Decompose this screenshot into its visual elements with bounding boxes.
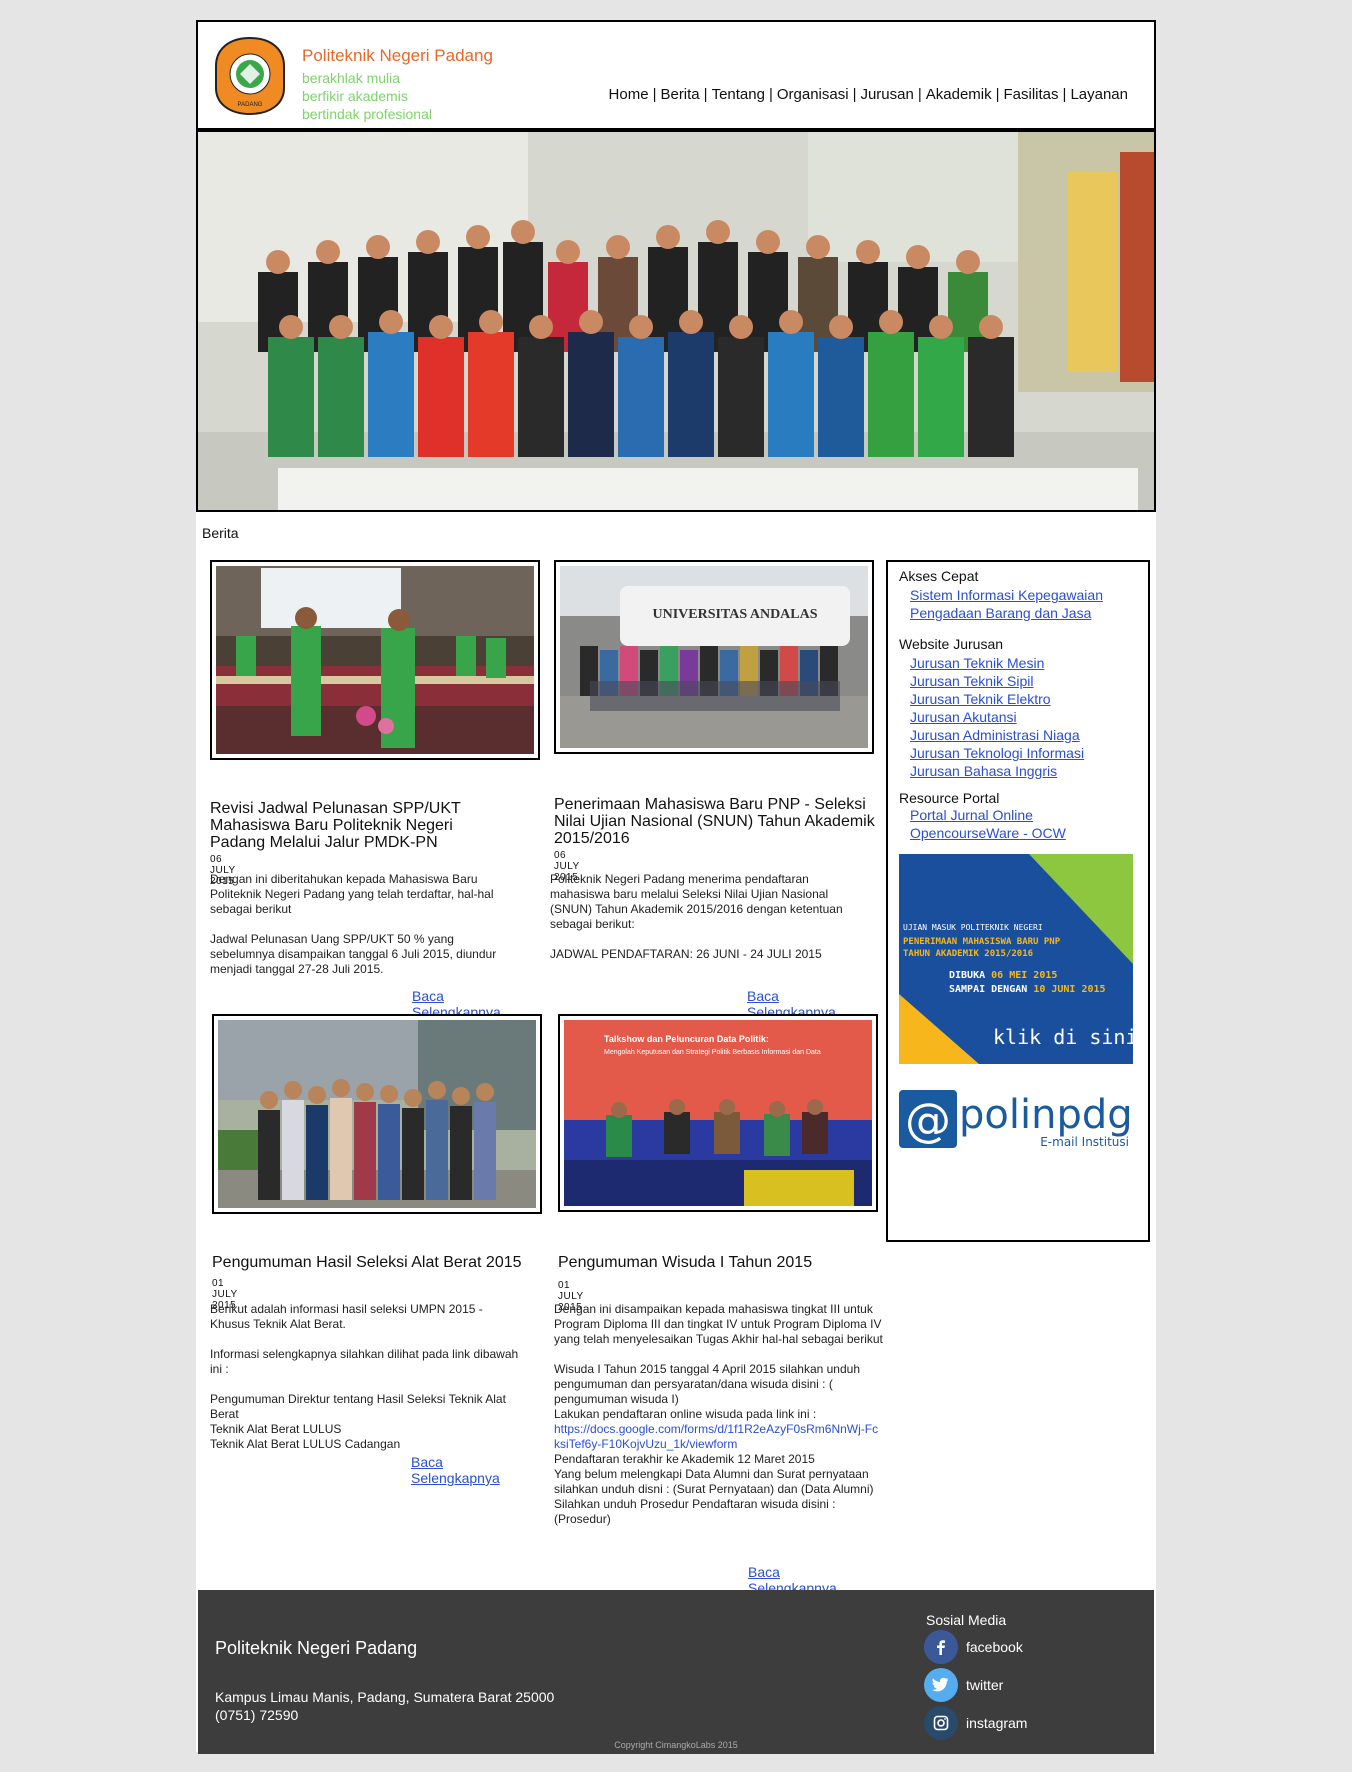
- footer-title: Politeknik Negeri Padang: [215, 1638, 418, 1658]
- site-title[interactable]: Politeknik Negeri Padang: [302, 46, 493, 66]
- motto-line: berakhlak mulia: [302, 70, 401, 86]
- sidebar-link[interactable]: Sistem Informasi Kepegawaian: [910, 587, 1103, 603]
- social-label: facebook: [966, 1639, 1023, 1655]
- sidebar-link[interactable]: Jurusan Teknik Sipil: [910, 673, 1033, 689]
- news-thumbnail[interactable]: UNIVERSITAS ANDALAS: [554, 560, 874, 754]
- nav-organisasi[interactable]: Organisasi: [777, 86, 849, 103]
- svg-text:PADANG: PADANG: [238, 102, 263, 108]
- footer-address: Kampus Limau Manis, Padang, Sumatera Bar…: [215, 1689, 555, 1705]
- sidebar-link[interactable]: Jurusan Teknik Mesin: [910, 655, 1044, 671]
- wisuda-form-link[interactable]: https://docs.google.com/forms/d/1f1R2eAz…: [554, 1422, 884, 1452]
- news-excerpt: Berikut adalah informasi hasil seleksi U…: [210, 1302, 519, 1451]
- news-title[interactable]: Revisi Jadwal Pelunasan SPP/UKT Mahasisw…: [210, 800, 510, 851]
- svg-text:Mengolah Keputusan dan Strateg: Mengolah Keputusan dan Strategi Politik …: [604, 1049, 821, 1056]
- pnp-logo[interactable]: PADANG: [212, 36, 288, 116]
- section-title: Berita: [202, 525, 239, 541]
- svg-text:TAHUN AKADEMIK 2015/2016: TAHUN AKADEMIK 2015/2016: [903, 949, 1033, 959]
- sidebar-link[interactable]: Jurusan Teknologi Informasi: [910, 745, 1084, 761]
- site-header: PADANG Politeknik Negeri Padang berakhla…: [196, 20, 1156, 130]
- svg-text:UNIVERSITAS ANDALAS: UNIVERSITAS ANDALAS: [652, 607, 817, 622]
- sidebar-link[interactable]: Jurusan Akutansi: [910, 709, 1017, 725]
- footer-phone: (0751) 72590: [215, 1707, 299, 1723]
- svg-text:klik di sini !: klik di sini !: [993, 1025, 1133, 1049]
- facebook-icon: [924, 1630, 958, 1664]
- sidebar-link[interactable]: Jurusan Bahasa Inggris: [910, 763, 1057, 779]
- svg-text:polinpdg: polinpdg: [959, 1092, 1133, 1138]
- twitter-icon: [924, 1668, 958, 1702]
- sidebar-link[interactable]: Jurusan Administrasi Niaga: [910, 727, 1080, 743]
- news-thumbnail[interactable]: Talkshow dan Peluncuran Data Politik: Me…: [558, 1014, 878, 1212]
- social-label: twitter: [966, 1677, 1004, 1693]
- nav-berita[interactable]: Berita: [660, 86, 699, 103]
- nav-layanan[interactable]: Layanan: [1070, 86, 1128, 103]
- social-label: instagram: [966, 1715, 1028, 1731]
- copyright-text: Copyright CimangkoLabs 2015: [614, 1740, 738, 1750]
- news-thumbnail[interactable]: [210, 560, 540, 760]
- sidebar: Akses Cepat Sistem Informasi Kepegawaian…: [886, 560, 1150, 1242]
- admission-banner[interactable]: UJIAN MASUK POLITEKNIK NEGERI PENERIMAAN…: [899, 854, 1133, 1064]
- sidebar-heading: Website Jurusan: [899, 636, 1004, 652]
- department-list: Jurusan Teknik Mesin Jurusan Teknik Sipi…: [910, 654, 1084, 780]
- sidebar-link[interactable]: Jurusan Teknik Elektro: [910, 691, 1051, 707]
- sidebar-heading: Akses Cepat: [899, 568, 979, 584]
- motto-line: berfikir akademis: [302, 88, 408, 104]
- svg-text:PENERIMAAN MAHASISWA BARU PNP: PENERIMAAN MAHASISWA BARU PNP: [903, 937, 1061, 947]
- news-excerpt: Politeknik Negeri Padang menerima pendaf…: [550, 872, 843, 961]
- nav-home[interactable]: Home: [609, 86, 649, 103]
- resource-list: Portal Jurnal Online OpencourseWare - OC…: [910, 806, 1066, 842]
- social-facebook-link[interactable]: facebook: [924, 1630, 1023, 1664]
- email-institution-banner[interactable]: @ polinpdg E-mail Institusi: [899, 1088, 1133, 1152]
- news-excerpt: Dengan ini diberitahukan kepada Mahasisw…: [210, 872, 497, 976]
- instagram-icon: [924, 1706, 958, 1740]
- sidebar-link[interactable]: Portal Jurnal Online: [910, 807, 1033, 823]
- svg-text:DIBUKA 06 MEI 2015: DIBUKA 06 MEI 2015: [949, 970, 1057, 981]
- read-more-link[interactable]: Baca Selengkapnya: [411, 1454, 500, 1486]
- social-twitter-link[interactable]: twitter: [924, 1668, 1003, 1702]
- sidebar-link[interactable]: OpencourseWare - OCW: [910, 825, 1066, 841]
- news-title[interactable]: Pengumuman Wisuda I Tahun 2015: [558, 1254, 878, 1271]
- nav-jurusan[interactable]: Jurusan: [860, 86, 913, 103]
- footer-contact: Kampus Limau Manis, Padang, Sumatera Bar…: [215, 1688, 554, 1724]
- motto-line: bertindak profesional: [302, 106, 432, 122]
- main-nav: Home | Berita | Tentang | Organisasi | Jurusan | A…: [608, 86, 1128, 103]
- news-title[interactable]: Penerimaan Mahasiswa Baru PNP - Seleksi …: [554, 796, 884, 847]
- news-thumbnail[interactable]: [212, 1014, 542, 1214]
- news-excerpt: Dengan ini disampaikan kepada mahasiswa …: [554, 1302, 884, 1526]
- svg-text:@: @: [905, 1093, 951, 1147]
- social-instagram-link[interactable]: instagram: [924, 1706, 1027, 1740]
- svg-text:SAMPAI DENGAN 10 JUNI 2015: SAMPAI DENGAN 10 JUNI 2015: [949, 984, 1106, 995]
- svg-text:E-mail Institusi: E-mail Institusi: [1040, 1135, 1129, 1149]
- page: PADANG Politeknik Negeri Padang berakhla…: [196, 20, 1156, 1754]
- nav-tentang[interactable]: Tentang: [712, 86, 765, 103]
- nav-fasilitas[interactable]: Fasilitas: [1004, 86, 1059, 103]
- svg-text:UJIAN MASUK POLITEKNIK NEGERI: UJIAN MASUK POLITEKNIK NEGERI: [903, 923, 1043, 932]
- sidebar-heading: Resource Portal: [899, 790, 1000, 806]
- social-heading: Sosial Media: [926, 1612, 1007, 1628]
- site-footer: Politeknik Negeri Padang Kampus Limau Ma…: [198, 1590, 1154, 1754]
- hero-group-photo: [196, 130, 1156, 512]
- news-title[interactable]: Pengumuman Hasil Seleksi Alat Berat 2015: [212, 1254, 532, 1271]
- quick-access-list: Sistem Informasi Kepegawaian Pengadaan B…: [910, 586, 1103, 622]
- nav-akademik[interactable]: Akademik: [926, 86, 992, 103]
- svg-text:Talkshow dan Peluncuran Data P: Talkshow dan Peluncuran Data Politik:: [604, 1034, 769, 1044]
- sidebar-link[interactable]: Pengadaan Barang dan Jasa: [910, 605, 1091, 621]
